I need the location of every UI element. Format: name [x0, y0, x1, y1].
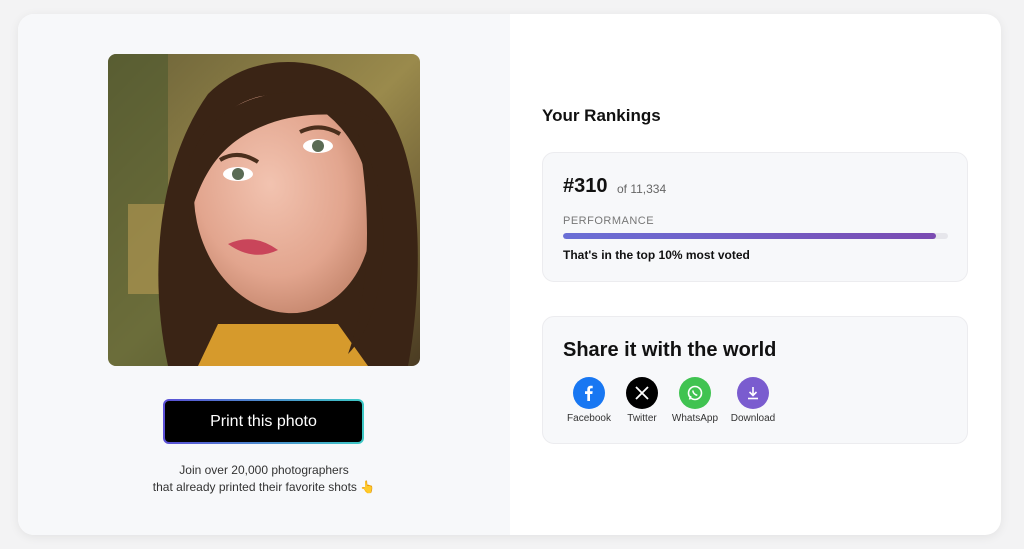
performance-text: That's in the top 10% most voted [563, 248, 750, 262]
rank-total: of 11,334 [617, 182, 667, 196]
rankings-heading: Your Rankings [542, 106, 661, 125]
share-whatsapp-button[interactable]: WhatsApp [665, 377, 725, 424]
share-download-label: Download [730, 413, 776, 424]
ranking-card: #310 of 11,334 PERFORMANCE That's in the… [542, 152, 968, 282]
share-twitter-button[interactable]: Twitter [612, 377, 672, 424]
download-icon [737, 377, 769, 409]
join-line-2: that already printed their favorite shot… [152, 480, 376, 494]
whatsapp-icon [679, 377, 711, 409]
performance-bar-fill [563, 233, 937, 239]
performance-bar [563, 233, 948, 239]
share-facebook-label: Facebook [567, 413, 611, 424]
result-card: Print this photo Join over 20,000 photog… [18, 14, 1001, 535]
share-twitter-label: Twitter [627, 413, 657, 424]
print-photo-button[interactable]: Print this photo [163, 399, 364, 444]
print-photo-label: Print this photo [165, 401, 362, 442]
share-facebook-button[interactable]: Facebook [559, 377, 619, 424]
share-heading: Share it with the world [563, 339, 777, 361]
join-message: Join over 20,000 photographers that alre… [18, 462, 510, 496]
share-whatsapp-label: WhatsApp [671, 413, 719, 424]
rank-number: #310 [563, 175, 608, 197]
portrait-photo [108, 54, 420, 366]
share-card: Share it with the world Facebook Twitter… [542, 316, 968, 444]
photo-panel: Print this photo Join over 20,000 photog… [18, 14, 510, 535]
join-line-1: Join over 20,000 photographers [179, 463, 349, 477]
x-icon [626, 377, 658, 409]
performance-label: PERFORMANCE [563, 215, 655, 227]
share-download-button[interactable]: Download [723, 377, 783, 424]
facebook-icon [573, 377, 605, 409]
stats-panel: Your Rankings #310 of 11,334 PERFORMANCE… [510, 14, 1001, 535]
